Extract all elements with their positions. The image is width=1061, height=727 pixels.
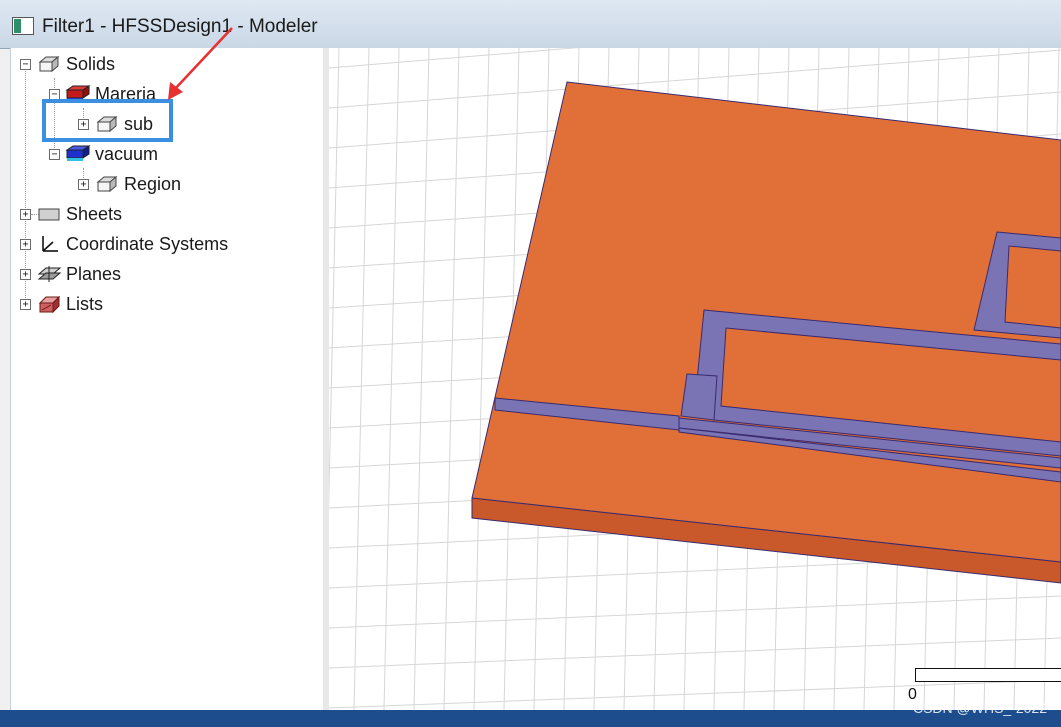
- collapse-icon[interactable]: −: [49, 149, 60, 160]
- red-arrow-annotation: [168, 27, 233, 100]
- tree-item-coordinate-systems[interactable]: + Coordinate Systems: [20, 233, 270, 257]
- modeler-3d-viewport[interactable]: [329, 48, 1061, 710]
- app-icon: [12, 17, 34, 35]
- tree-item-material-vacuum[interactable]: − vacuum: [49, 143, 209, 167]
- watermark-text: CSDN @WHS_-2022: [912, 700, 1047, 716]
- expand-icon[interactable]: +: [20, 239, 31, 250]
- tree-item-label: Coordinate Systems: [66, 234, 229, 254]
- expand-icon[interactable]: +: [20, 209, 31, 220]
- tree-item-label: Planes: [66, 264, 122, 284]
- list-icon: [38, 295, 61, 314]
- planes-icon: [37, 266, 62, 282]
- tree-item-label: Region: [124, 174, 182, 194]
- tree-item-label: vacuum: [95, 144, 159, 164]
- tree-item-planes[interactable]: + Planes: [20, 263, 220, 287]
- material-icon: [65, 145, 91, 161]
- model-view[interactable]: [329, 48, 1061, 710]
- scale-bar: [915, 668, 1061, 682]
- coordinate-axes-icon: [42, 236, 58, 252]
- tree-item-sheets[interactable]: + Sheets: [20, 203, 220, 227]
- expand-icon[interactable]: +: [20, 269, 31, 280]
- sheet-icon: [38, 208, 60, 221]
- bottom-border: [0, 710, 1061, 727]
- expand-icon[interactable]: +: [78, 179, 89, 190]
- tree-item-label: Sheets: [66, 204, 123, 224]
- tree-item-label: Solids: [66, 54, 116, 74]
- expand-icon[interactable]: +: [20, 299, 31, 310]
- tree-item-region[interactable]: + Region: [78, 173, 218, 197]
- model-tree[interactable]: − Solids − Mareria + sub − vacuum + Regi…: [10, 48, 323, 710]
- collapse-icon[interactable]: −: [20, 59, 31, 70]
- solid-box-icon: [96, 175, 118, 193]
- solid-box-icon: [38, 55, 60, 73]
- tree-item-label: Lists: [66, 294, 104, 314]
- tree-item-lists[interactable]: + Lists: [20, 293, 220, 317]
